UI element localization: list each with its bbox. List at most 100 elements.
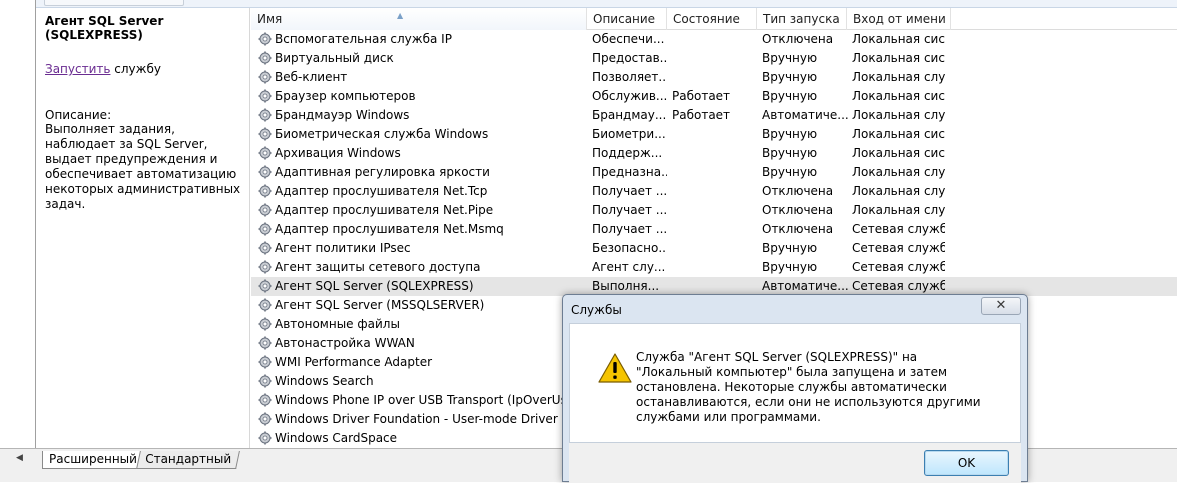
service-logon-as: Локальная слу...	[852, 70, 945, 84]
service-startup-type: Отключена	[762, 32, 834, 46]
service-name-cell: Агент SQL Server (MSSQLSERVER)	[255, 296, 585, 315]
service-name: Агент защиты сетевого доступа	[275, 260, 481, 274]
service-logon-as: Сетевая служба	[852, 222, 945, 236]
service-row[interactable]: Архивация Windows Поддерж... Вручную Локаль…	[251, 144, 1177, 163]
service-logon-as: Локальная слу...	[852, 165, 945, 179]
start-service-link[interactable]: Запустить	[45, 62, 110, 76]
service-state	[669, 125, 757, 144]
service-name-cell: Вспомогательная служба IP	[255, 30, 585, 49]
service-logon-as: Сетевая служба	[852, 260, 945, 274]
service-state	[669, 239, 757, 258]
service-description: Предназна...	[592, 165, 667, 179]
tab-extended[interactable]: Расширенный	[42, 451, 144, 469]
top-tree-node[interactable]	[44, 0, 184, 6]
service-state	[669, 144, 757, 163]
column-name-label: Имя	[257, 12, 283, 26]
service-gear-icon	[258, 108, 275, 122]
service-logon-as: Локальная слу...	[852, 203, 945, 217]
ok-button[interactable]: OK	[924, 450, 1009, 476]
service-gear-icon	[258, 184, 275, 198]
service-gear-icon	[258, 412, 275, 426]
service-state	[669, 163, 757, 182]
service-name: Адаптер прослушивателя Net.Pipe	[275, 203, 494, 217]
service-row[interactable]: Виртуальный диск Предостав... Вручную Локал…	[251, 49, 1177, 68]
service-name: Автономные файлы	[275, 317, 400, 331]
start-service-suffix: службу	[110, 62, 161, 76]
service-name-cell: Агент защиты сетевого доступа	[255, 258, 585, 277]
service-row[interactable]: Агент защиты сетевого доступа Агент слу..…	[251, 258, 1177, 277]
tab-standard[interactable]: Стандартный	[136, 451, 240, 469]
service-name-cell: Браузер компьютеров	[255, 87, 585, 106]
service-row[interactable]: Адаптер прослушивателя Net.Msmq Получает …	[251, 220, 1177, 239]
service-startup-type: Отключена	[762, 222, 834, 236]
service-state	[669, 68, 757, 87]
service-description: Агент слу...	[592, 260, 666, 274]
service-name: Агент SQL Server (SQLEXPRESS)	[275, 279, 474, 293]
service-name-cell: Windows CardSpace	[255, 429, 585, 448]
service-description: Получает ...	[592, 184, 667, 198]
service-title: Агент SQL Server (SQLEXPRESS)	[45, 14, 164, 42]
service-name: Агент политики IPsec	[275, 241, 411, 255]
service-row[interactable]: Брандмауэр Windows Брандмау... Работает Авт…	[251, 106, 1177, 125]
service-state	[669, 258, 757, 277]
service-name-cell: Windows Phone IP over USB Transport (IpO…	[255, 391, 585, 410]
service-row[interactable]: Веб-клиент Позволяет... Вручную Локальная с…	[251, 68, 1177, 87]
column-header-state[interactable]: Состояние	[667, 8, 757, 30]
service-row[interactable]: Адаптер прослушивателя Net.Pipe Получает …	[251, 201, 1177, 220]
dialog-message: Служба "Агент SQL Server (SQLEXPRESS)" н…	[636, 350, 981, 424]
service-row[interactable]: Агент политики IPsec Безопасно... Вручную С…	[251, 239, 1177, 258]
service-gear-icon	[258, 355, 275, 369]
service-name-cell: Агент политики IPsec	[255, 239, 585, 258]
service-description: Предостав...	[592, 51, 667, 65]
service-name-cell: Автономные файлы	[255, 315, 585, 334]
service-logon-as: Локальная слу...	[852, 184, 945, 198]
service-name: Браузер компьютеров	[275, 89, 416, 103]
service-gear-icon	[258, 146, 275, 160]
service-gear-icon	[258, 431, 275, 445]
tab-standard-label: Стандартный	[145, 452, 232, 466]
service-row[interactable]: Браузер компьютеров Обслужив... Работает Вр…	[251, 87, 1177, 106]
service-gear-icon	[258, 89, 275, 103]
scroll-left-icon[interactable]: ◀	[16, 453, 23, 463]
service-gear-icon	[258, 222, 275, 236]
close-button[interactable]: ✕	[981, 297, 1021, 315]
service-startup-type: Вручную	[762, 70, 818, 84]
service-gear-icon	[258, 298, 275, 312]
service-name-cell: Автонастройка WWAN	[255, 334, 585, 353]
service-name: Windows CardSpace	[275, 431, 398, 445]
service-state	[669, 182, 757, 201]
service-name-cell: Брандмауэр Windows	[255, 106, 585, 125]
dialog-title: Службы	[571, 303, 622, 317]
service-state: Работает	[672, 89, 731, 103]
column-header-startup-type[interactable]: Тип запуска	[757, 8, 847, 30]
service-name-cell: Адаптер прослушивателя Net.Tcp	[255, 182, 585, 201]
service-name: Биометрическая служба Windows	[275, 127, 489, 141]
service-name-cell: Адаптер прослушивателя Net.Pipe	[255, 201, 585, 220]
service-name-cell: Архивация Windows	[255, 144, 585, 163]
service-logon-as: Локальная сис...	[852, 89, 945, 103]
service-row[interactable]: Адаптивная регулировка яркости Предназна.…	[251, 163, 1177, 182]
warning-icon	[598, 353, 632, 383]
service-startup-type: Вручную	[762, 165, 818, 179]
column-header-name[interactable]: Имя ▲	[251, 8, 587, 30]
service-startup-type: Вручную	[762, 89, 818, 103]
service-name-cell: Веб-клиент	[255, 68, 585, 87]
column-header-logon-as[interactable]: Вход от имени	[847, 8, 951, 30]
column-header-description[interactable]: Описание	[587, 8, 667, 30]
service-row[interactable]: Адаптер прослушивателя Net.Tcp Получает .…	[251, 182, 1177, 201]
service-name-cell: Агент SQL Server (SQLEXPRESS)	[255, 277, 585, 296]
service-gear-icon	[258, 336, 275, 350]
service-gear-icon	[258, 241, 275, 255]
service-row[interactable]: Биометрическая служба Windows Биометри...…	[251, 125, 1177, 144]
service-description: Получает ...	[592, 203, 667, 217]
service-description: Обслужив...	[592, 89, 667, 103]
service-name-cell: Биометрическая служба Windows	[255, 125, 585, 144]
service-startup-type: Отключена	[762, 184, 834, 198]
column-header-row: Имя ▲ Описание Состояние Тип запуска Вхо…	[251, 8, 1177, 30]
service-gear-icon	[258, 70, 275, 84]
service-row[interactable]: Вспомогательная служба IP Обеспечи... Откл…	[251, 30, 1177, 49]
service-gear-icon	[258, 279, 275, 293]
service-gear-icon	[258, 165, 275, 179]
service-gear-icon	[258, 127, 275, 141]
service-gear-icon	[258, 374, 275, 388]
